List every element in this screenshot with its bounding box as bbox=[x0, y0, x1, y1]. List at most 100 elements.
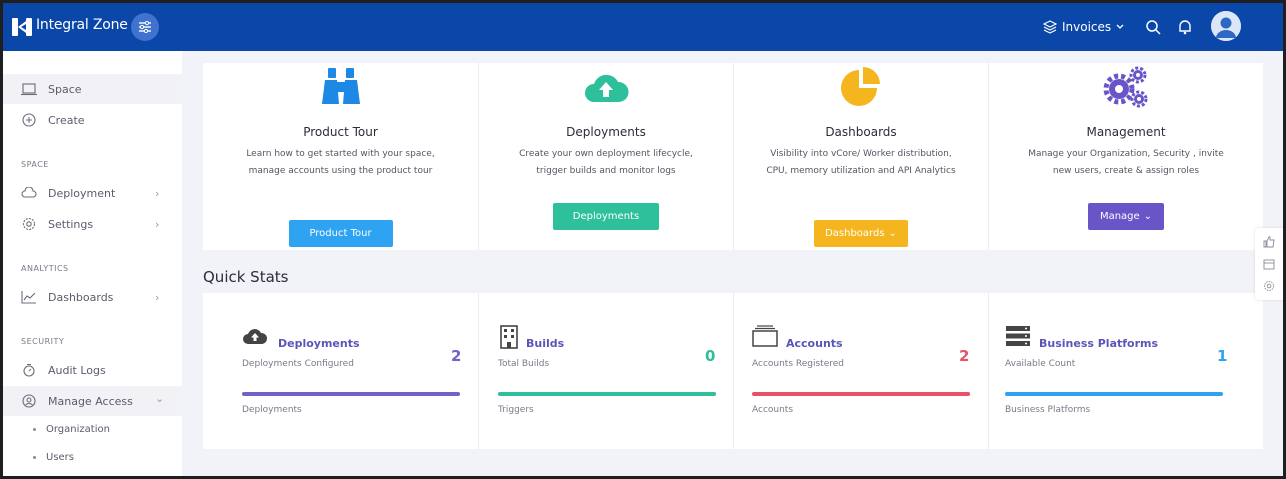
sidebar-item-create[interactable]: Create bbox=[3, 105, 182, 135]
sidebar-section-space: SPACE bbox=[21, 160, 49, 169]
workspace-name: Invoices bbox=[1062, 20, 1112, 34]
avatar[interactable] bbox=[1211, 11, 1241, 41]
stat-progress-bar bbox=[242, 392, 460, 396]
card-description: Visibility into vCore/ Worker distributi… bbox=[766, 149, 956, 176]
top-navbar: Integral Zone Invoices bbox=[3, 3, 1283, 51]
stat-builds: Builds Total Builds 0 Triggers bbox=[478, 293, 733, 449]
cloud-icon bbox=[21, 185, 37, 201]
sliders-icon bbox=[139, 21, 151, 33]
stat-deployments: Deployments Deployments Configured 2 Dep… bbox=[203, 293, 478, 449]
product-tour-button[interactable]: Product Tour bbox=[288, 220, 393, 247]
card-title: Dashboards bbox=[825, 125, 897, 139]
building-icon bbox=[498, 325, 524, 349]
sidebar-item-dashboards[interactable]: Dashboards › bbox=[3, 282, 182, 312]
chart-icon bbox=[21, 289, 37, 305]
stat-footer: Triggers bbox=[498, 405, 534, 415]
sidebar-item-deployment[interactable]: Deployment › bbox=[3, 178, 182, 208]
stat-progress-track bbox=[1005, 392, 1223, 396]
sidebar-item-space[interactable]: Space bbox=[3, 74, 182, 104]
chevron-down-icon: ⌄ bbox=[155, 392, 165, 405]
manage-dropdown-button[interactable]: Manage ⌄ bbox=[1088, 203, 1164, 230]
bell-icon[interactable] bbox=[1175, 17, 1195, 37]
stat-title-link[interactable]: Deployments bbox=[278, 337, 360, 350]
stat-progress-track bbox=[752, 392, 970, 396]
space-icon bbox=[21, 81, 37, 97]
calendar-icon[interactable] bbox=[1263, 258, 1275, 270]
sidebar-item-audit-logs[interactable]: Audit Logs bbox=[3, 355, 182, 385]
stat-footer: Business Platforms bbox=[1005, 405, 1091, 415]
thumbs-up-icon[interactable] bbox=[1263, 236, 1275, 248]
layers-icon bbox=[1043, 20, 1057, 34]
stat-value: 2 bbox=[451, 347, 462, 365]
stat-subtitle: Total Builds bbox=[498, 359, 550, 369]
quick-stats-title: Quick Stats bbox=[203, 268, 289, 286]
deployments-button[interactable]: Deployments bbox=[553, 203, 659, 230]
sidebar: Space Create SPACE Deployment › Settings… bbox=[3, 51, 182, 476]
timer-icon bbox=[21, 362, 37, 378]
sidebar-item-settings[interactable]: Settings › bbox=[3, 209, 182, 239]
plus-circle-icon bbox=[21, 112, 37, 128]
card-title: Product Tour bbox=[303, 125, 378, 139]
pie-chart-icon bbox=[837, 66, 885, 108]
card-dashboards: Dashboards Visibility into vCore/ Worker… bbox=[733, 63, 988, 250]
settings-icon[interactable] bbox=[1263, 280, 1275, 292]
stat-value: 2 bbox=[959, 347, 970, 365]
chevron-right-icon: › bbox=[155, 217, 160, 231]
card-title: Deployments bbox=[566, 125, 646, 139]
brand-name: Integral Zone bbox=[36, 17, 128, 33]
card-product-tour: Product Tour Learn how to get started wi… bbox=[203, 63, 478, 250]
dashboards-dropdown-button[interactable]: Dashboards ⌄ bbox=[814, 220, 908, 247]
stat-title-link[interactable]: Business Platforms bbox=[1039, 337, 1158, 350]
search-icon[interactable] bbox=[1143, 17, 1163, 37]
chevron-down-icon: ⌄ bbox=[888, 228, 897, 239]
stat-title-link[interactable]: Builds bbox=[526, 337, 564, 350]
stat-progress-bar bbox=[1005, 392, 1223, 396]
gear-icon bbox=[21, 216, 37, 232]
stat-subtitle: Accounts Registered bbox=[752, 359, 844, 369]
chevron-down-icon bbox=[1116, 24, 1124, 29]
stat-subtitle: Deployments Configured bbox=[242, 359, 354, 369]
stat-footer: Accounts bbox=[752, 405, 794, 415]
chevron-right-icon: › bbox=[155, 186, 160, 200]
stat-progress-bar bbox=[752, 392, 970, 396]
stat-progress-track bbox=[242, 392, 460, 396]
stat-progress-bar bbox=[498, 392, 716, 396]
folders-icon bbox=[752, 325, 778, 349]
stat-footer: Deployments bbox=[242, 405, 302, 415]
feature-cards: Product Tour Learn how to get started wi… bbox=[203, 63, 1263, 250]
gears-icon bbox=[1102, 66, 1150, 108]
card-title: Management bbox=[1086, 125, 1166, 139]
sidebar-section-analytics: ANALYTICS bbox=[21, 264, 69, 273]
app-window: Integral Zone Invoices Space Create SPAC… bbox=[3, 3, 1283, 476]
workspace-selector[interactable]: Invoices bbox=[1043, 17, 1124, 37]
chevron-down-icon: ⌄ bbox=[1143, 211, 1153, 222]
chevron-right-icon: › bbox=[155, 290, 160, 304]
bullet-icon bbox=[33, 456, 36, 459]
server-icon bbox=[1005, 325, 1031, 349]
logo-icon[interactable] bbox=[10, 15, 34, 39]
stat-value: 1 bbox=[1217, 347, 1228, 365]
cloud-upload-icon bbox=[242, 325, 268, 349]
card-deployments: Deployments Create your own deployment l… bbox=[478, 63, 733, 250]
stat-progress-track bbox=[498, 392, 716, 396]
floating-toolbar bbox=[1255, 228, 1283, 300]
quick-stats-panel: Deployments Deployments Configured 2 Dep… bbox=[203, 293, 1263, 449]
binoculars-icon bbox=[317, 66, 365, 108]
stat-value: 0 bbox=[705, 347, 716, 365]
card-description: Create your own deployment lifecycle, tr… bbox=[519, 149, 693, 176]
menu-toggle-button[interactable] bbox=[131, 13, 159, 41]
stat-subtitle: Available Count bbox=[1005, 359, 1076, 369]
bullet-icon bbox=[33, 428, 36, 431]
stat-title-link[interactable]: Accounts bbox=[786, 337, 843, 350]
sidebar-item-manage-access[interactable]: Manage Access ⌄ bbox=[3, 386, 182, 416]
card-description: Learn how to get started with your space… bbox=[246, 149, 435, 176]
stat-accounts: Accounts Accounts Registered 2 Accounts bbox=[733, 293, 988, 449]
sidebar-subitem-organization[interactable]: Organization bbox=[33, 424, 110, 435]
card-management: Management Manage your Organization, Sec… bbox=[988, 63, 1263, 250]
card-description: Manage your Organization, Security , inv… bbox=[1028, 149, 1224, 176]
cloud-upload-icon bbox=[582, 66, 630, 108]
stat-business-platforms: Business Platforms Available Count 1 Bus… bbox=[988, 293, 1263, 449]
sidebar-section-security: SECURITY bbox=[21, 337, 65, 346]
access-icon bbox=[21, 393, 37, 409]
sidebar-subitem-users[interactable]: Users bbox=[33, 452, 74, 463]
